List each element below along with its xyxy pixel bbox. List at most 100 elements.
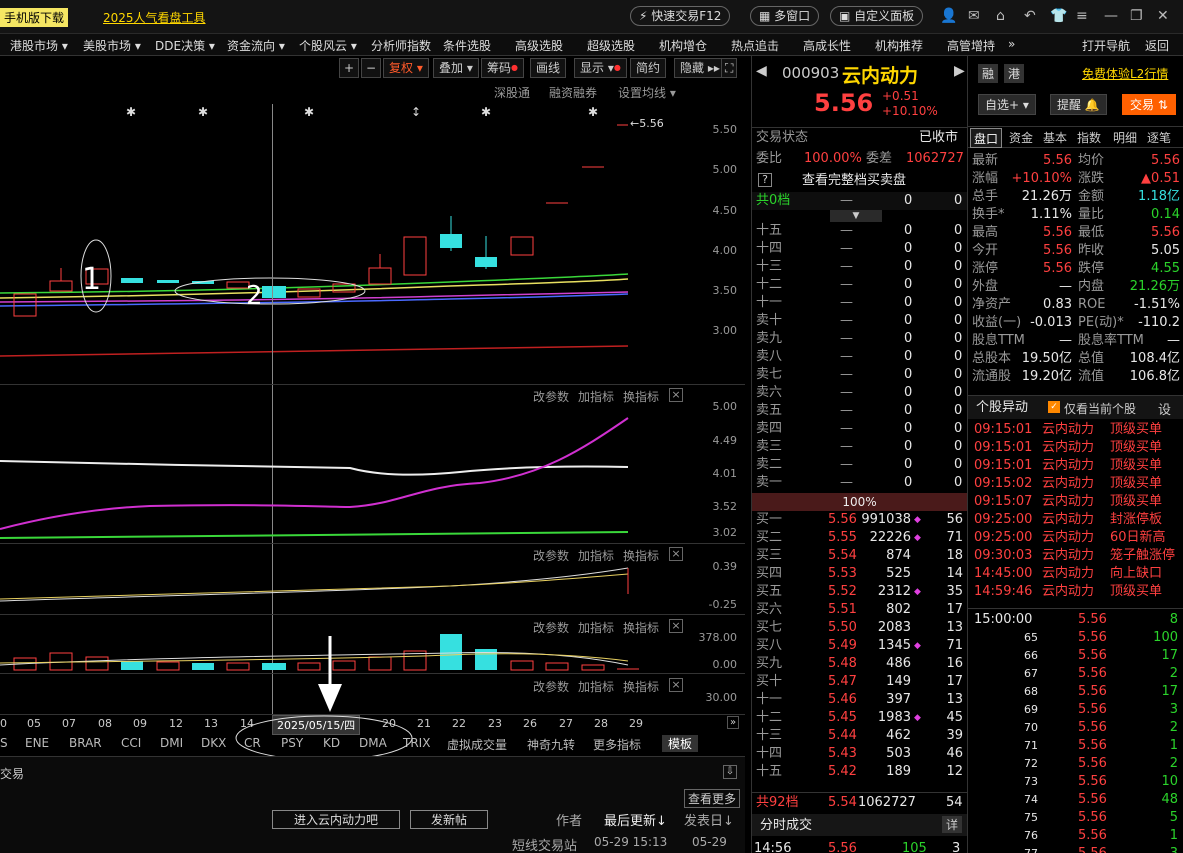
overlay-button[interactable]: 叠加 ▾ [433, 58, 479, 78]
indicator-tab[interactable]: ENE [25, 736, 49, 750]
nav-more-icon[interactable]: » [1008, 37, 1015, 51]
draw-line-button[interactable]: 画线 [530, 58, 567, 78]
indicator-tab[interactable]: CCI [121, 736, 141, 750]
nav-stock-news[interactable]: 个股风云 ▾ [299, 37, 357, 54]
full-orderbook-link[interactable]: 查看完整档买卖盘 [802, 172, 906, 190]
only-current-checkbox[interactable]: ✓ [1048, 401, 1060, 413]
back-link[interactable]: 返回 [1145, 37, 1169, 54]
nav-advanced-select[interactable]: 高级选股 [515, 37, 563, 54]
event-stock[interactable]: 云内动力 [1042, 511, 1094, 529]
indicator-tab[interactable]: 虚拟成交量 [447, 736, 507, 753]
trade-tab[interactable]: 交易 [0, 765, 24, 782]
prev-stock-icon[interactable]: ◀ [756, 63, 767, 79]
next-stock-icon[interactable]: ▶ [954, 63, 965, 79]
chips-button[interactable]: 筹码● [481, 58, 524, 78]
tab-index[interactable]: 指数 [1074, 128, 1104, 148]
nav-hk-market[interactable]: 港股市场 ▾ [10, 37, 68, 54]
event-stock[interactable]: 云内动力 [1042, 493, 1094, 511]
nav-inst-increase[interactable]: 机构增仓 [659, 37, 707, 54]
tab-funds[interactable]: 资金 [1006, 128, 1036, 148]
new-post-button[interactable]: 发新帖 [410, 810, 488, 829]
nav-analyst-index[interactable]: 分析师指数 [371, 37, 431, 54]
event-stock[interactable]: 云内动力 [1042, 529, 1094, 547]
alert-button[interactable]: 提醒 🔔 [1050, 94, 1107, 115]
tab-pankou[interactable]: 盘口 [970, 128, 1003, 148]
nav-dde[interactable]: DDE决策 ▾ [155, 37, 215, 54]
nav-super-select[interactable]: 超级选股 [587, 37, 635, 54]
open-nav-link[interactable]: 打开导航 [1082, 37, 1130, 54]
multi-window-button[interactable]: ▦ 多窗口 [750, 6, 820, 26]
undo-icon[interactable]: ↶ [1024, 8, 1036, 24]
l2-trial-link[interactable]: 免费体验L2行情 [1082, 65, 1168, 82]
indicator-tab[interactable]: BRAR [69, 736, 102, 750]
minimize-icon[interactable]: — [1104, 8, 1118, 24]
indicator-tab[interactable]: 更多指标 [593, 736, 641, 753]
nav-condition-select[interactable]: 条件选股 [443, 37, 491, 54]
indicator-tab[interactable]: DMI [160, 736, 183, 750]
post-date-column[interactable]: 发表日↓ [684, 810, 734, 829]
indicator-tab[interactable]: DKX [201, 736, 226, 750]
news-title[interactable]: 短线交易站 [512, 835, 577, 853]
display-button[interactable]: 显示 ▾● [574, 58, 627, 78]
events-settings-button[interactable]: 设 [1158, 399, 1171, 418]
nav-exec-increase[interactable]: 高管增持 [947, 37, 995, 54]
fullscreen-icon[interactable]: ⛶ [721, 58, 738, 78]
event-stock[interactable]: 云内动力 [1042, 457, 1094, 475]
menu-icon[interactable]: ≡ [1076, 8, 1088, 24]
collapse-icon[interactable]: ▼ [830, 210, 882, 222]
event-stock[interactable]: 云内动力 [1042, 583, 1094, 601]
close-icon[interactable]: ✕ [1157, 8, 1169, 24]
tab-detail[interactable]: 明细 [1110, 128, 1140, 148]
tab-tick[interactable]: 逐笔 [1144, 128, 1174, 148]
enter-forum-button[interactable]: 进入云内动力吧 [272, 810, 400, 829]
quote-value: 5.56 [1151, 225, 1180, 240]
indicator-tab[interactable]: S [0, 736, 8, 750]
event-stock[interactable]: 云内动力 [1042, 565, 1094, 583]
detail-button[interactable]: 详 [942, 816, 963, 833]
zoom-out-button[interactable]: − [361, 58, 381, 78]
add-watchlist-button[interactable]: 自选+ ▾ [978, 94, 1036, 115]
tab-basic[interactable]: 基本 [1040, 128, 1070, 148]
scroll-right-icon[interactable]: » [727, 716, 740, 729]
hide-button[interactable]: 隐藏 ▸▸ [674, 58, 726, 78]
expand-icon[interactable]: ⇩ [723, 765, 737, 779]
author-column[interactable]: 作者 [556, 810, 582, 829]
nav-high-growth[interactable]: 高成长性 [803, 37, 851, 54]
custom-panel-button[interactable]: ▣ 自定义面板 [830, 6, 924, 26]
fuquan-button[interactable]: 复权 ▾ [383, 58, 429, 78]
indicator-tab[interactable]: 神奇九转 [527, 736, 575, 753]
add-indicator-link[interactable]: 加指标 [578, 678, 614, 695]
edit-params-link[interactable]: 改参数 [533, 678, 569, 695]
fenshi-title[interactable]: 分时成交 [760, 817, 812, 835]
x-label: 0 [0, 717, 7, 730]
mail-icon[interactable]: ✉ [968, 8, 980, 24]
trade-button[interactable]: 交易 ⇅ [1122, 94, 1176, 115]
simple-button[interactable]: 简约 [630, 58, 667, 78]
close-panel-icon[interactable]: × [669, 678, 683, 692]
nav-hot-track[interactable]: 热点追击 [731, 37, 779, 54]
chart-area[interactable]: + − 复权 ▾ 叠加 ▾ 筹码● 画线 显示 ▾● 简约 隐藏 ▸▸ ⛶ 深股… [0, 56, 745, 761]
event-stock[interactable]: 云内动力 [1042, 547, 1094, 565]
event-stock[interactable]: 云内动力 [1042, 475, 1094, 493]
margin-tag[interactable]: 融 [978, 64, 999, 83]
last-update-column[interactable]: 最后更新↓ [604, 810, 667, 829]
hk-tag[interactable]: 港 [1004, 64, 1025, 83]
see-more-button[interactable]: 查看更多 [684, 789, 741, 808]
nav-inst-recommend[interactable]: 机构推荐 [875, 37, 923, 54]
user-icon[interactable]: 👤 [940, 8, 957, 24]
help-icon[interactable]: ? [758, 173, 772, 187]
mobile-download-link[interactable]: 手机版下载 [0, 8, 69, 27]
shirt-icon[interactable]: 👕 [1050, 8, 1067, 24]
nav-us-market[interactable]: 美股市场 ▾ [83, 37, 141, 54]
template-button[interactable]: 模板 [662, 735, 699, 752]
x-label: 09 [133, 717, 147, 730]
swap-indicator-link[interactable]: 换指标 [623, 678, 659, 695]
promo-link[interactable]: 2025人气看盘工具 [103, 9, 206, 26]
event-stock[interactable]: 云内动力 [1042, 421, 1094, 439]
event-stock[interactable]: 云内动力 [1042, 439, 1094, 457]
nav-fund-flow[interactable]: 资金流向 ▾ [227, 37, 285, 54]
quick-trade-button[interactable]: ⚡ 快速交易F12 [630, 6, 731, 26]
restore-icon[interactable]: ❐ [1130, 8, 1143, 24]
zoom-in-button[interactable]: + [339, 58, 359, 78]
home-icon[interactable]: ⌂ [996, 8, 1005, 24]
